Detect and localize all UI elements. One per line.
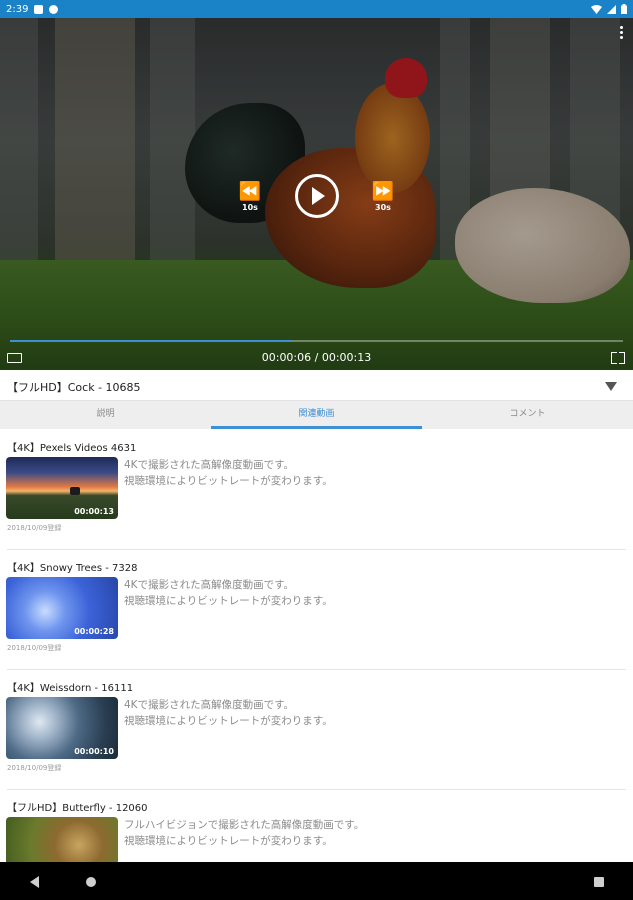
- more-options-icon[interactable]: [620, 26, 623, 41]
- video-thumbnail[interactable]: 00:00:10: [6, 697, 118, 759]
- seek-bar[interactable]: [10, 340, 623, 342]
- list-item[interactable]: 【4K】Pexels Videos 4631 00:00:13 4Kで撮影された…: [0, 430, 633, 550]
- description-line: 4Kで撮影された高解像度動画です。: [124, 459, 295, 471]
- video-thumbnail[interactable]: 00:00:13: [6, 457, 118, 519]
- related-video-list: 【4K】Pexels Videos 4631 00:00:13 4Kで撮影された…: [0, 430, 633, 862]
- system-nav-bar: [0, 862, 633, 900]
- video-duration: 00:00:28: [74, 627, 114, 636]
- description-line: 視聴環境によりビットレートが変わります。: [124, 835, 333, 847]
- description-line: 視聴環境によりビットレートが変わります。: [124, 595, 333, 607]
- video-thumbnail[interactable]: [6, 817, 118, 862]
- item-title: 【4K】Weissdorn - 16111: [7, 683, 134, 694]
- rewind-label: 10s: [242, 203, 258, 212]
- expand-down-icon[interactable]: [605, 382, 617, 391]
- item-description: 4Kで撮影された高解像度動画です。 視聴環境によりビットレートが変わります。: [124, 577, 333, 609]
- cell-signal-icon: [607, 4, 616, 14]
- upload-date: 2018/10/09登録: [7, 644, 62, 652]
- item-title: 【4K】Snowy Trees - 7328: [7, 563, 138, 574]
- video-title: 【フルHD】Cock - 10685: [7, 381, 141, 394]
- video-player[interactable]: ⏪ 10s ⏩ 30s 00:00:06 / 00:00:13: [0, 18, 633, 370]
- description-line: 視聴環境によりビットレートが変わります。: [124, 715, 333, 727]
- status-bar: 2:39: [0, 0, 633, 18]
- app-notification-icon: [49, 4, 59, 14]
- video-title-bar[interactable]: 【フルHD】Cock - 10685: [0, 372, 633, 401]
- fast-forward-icon: ⏩: [371, 181, 395, 202]
- item-title: 【フルHD】Butterfly - 12060: [7, 803, 148, 814]
- description-line: 視聴環境によりビットレートが変わります。: [124, 475, 333, 487]
- item-description: フルハイビジョンで撮影された高解像度動画です。 視聴環境によりビットレートが変わ…: [124, 817, 364, 849]
- fast-forward-button[interactable]: ⏩ 30s: [365, 183, 401, 213]
- recents-icon[interactable]: [594, 877, 604, 887]
- description-line: フルハイビジョンで撮影された高解像度動画です。: [124, 819, 365, 831]
- video-duration: 00:00:13: [74, 507, 114, 516]
- description-line: 4Kで撮影された高解像度動画です。: [124, 579, 295, 591]
- tab-related-videos[interactable]: 関連動画: [211, 401, 422, 429]
- list-item[interactable]: 【4K】Weissdorn - 16111 00:00:10 4Kで撮影された高…: [0, 669, 633, 790]
- rewind-button[interactable]: ⏪ 10s: [232, 183, 268, 213]
- list-item[interactable]: 【4K】Snowy Trees - 7328 00:00:28 4Kで撮影された…: [0, 549, 633, 670]
- time-separator: /: [311, 351, 322, 364]
- video-duration: 00:00:10: [74, 747, 114, 756]
- fullscreen-icon[interactable]: [611, 352, 625, 364]
- list-item[interactable]: 【フルHD】Butterfly - 12060 フルハイビジョンで撮影された高解…: [0, 789, 633, 862]
- rewind-icon: ⏪: [238, 181, 262, 202]
- video-thumbnail[interactable]: 00:00:28: [6, 577, 118, 639]
- tab-description[interactable]: 説明: [0, 401, 211, 429]
- wifi-icon: [591, 4, 602, 14]
- battery-icon: [621, 4, 627, 14]
- playback-time: 00:00:06 / 00:00:13: [0, 351, 633, 364]
- back-icon[interactable]: [30, 876, 39, 888]
- item-description: 4Kで撮影された高解像度動画です。 視聴環境によりビットレートが変わります。: [124, 457, 333, 489]
- tab-comments[interactable]: コメント: [422, 401, 633, 429]
- play-button[interactable]: [295, 174, 339, 218]
- upload-date: 2018/10/09登録: [7, 764, 62, 772]
- total-time: 00:00:13: [321, 351, 372, 364]
- description-line: 4Kで撮影された高解像度動画です。: [124, 699, 295, 711]
- home-icon[interactable]: [86, 877, 96, 887]
- upload-date: 2018/10/09登録: [7, 524, 62, 532]
- fast-forward-label: 30s: [375, 203, 391, 212]
- status-time: 2:39: [6, 3, 29, 15]
- seek-bar-progress: [10, 340, 292, 342]
- current-time: 00:00:06: [261, 351, 312, 364]
- item-title: 【4K】Pexels Videos 4631: [7, 443, 137, 454]
- tab-bar: 説明 関連動画 コメント: [0, 401, 633, 429]
- item-description: 4Kで撮影された高解像度動画です。 視聴環境によりビットレートが変わります。: [124, 697, 333, 729]
- sd-card-icon: [34, 4, 44, 14]
